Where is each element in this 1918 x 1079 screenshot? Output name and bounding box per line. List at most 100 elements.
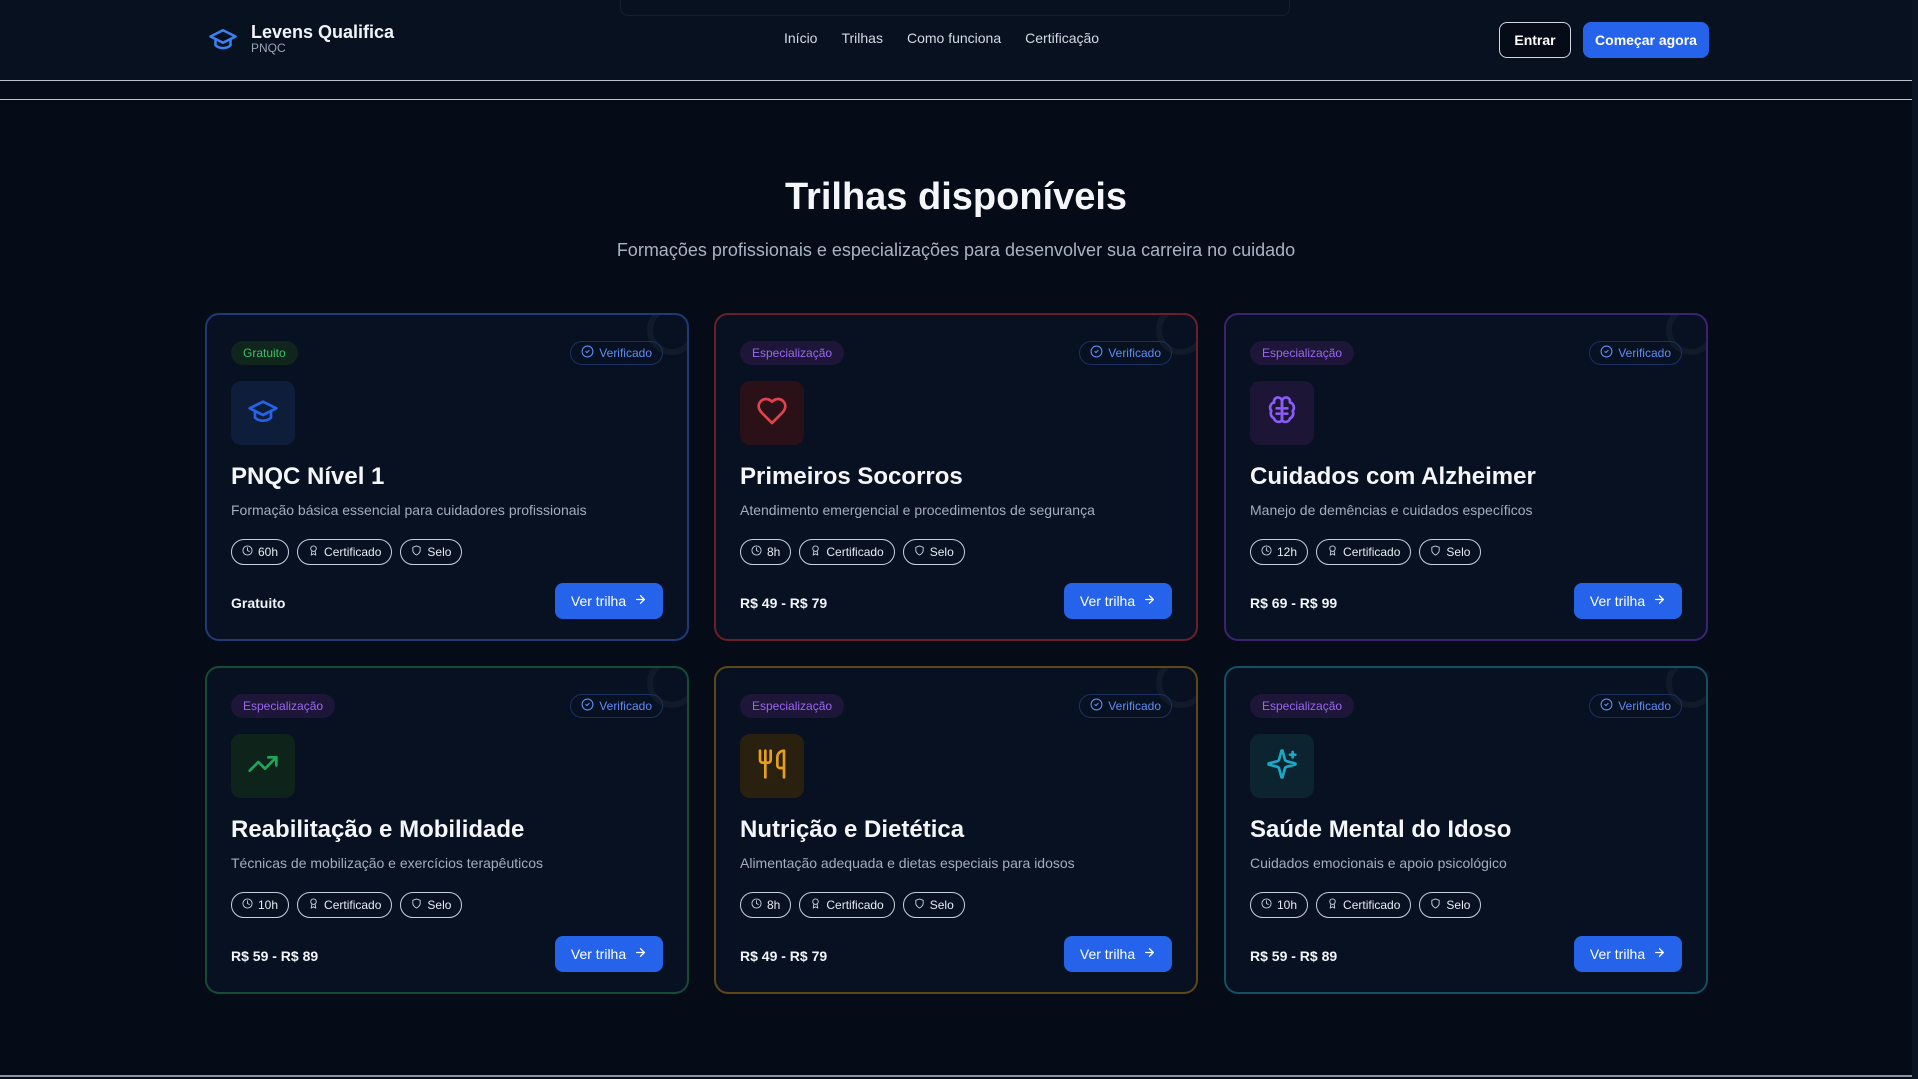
verified-badge: Verificado: [1079, 694, 1172, 718]
start-now-button[interactable]: Começar agora: [1583, 22, 1709, 58]
duration-label: 12h: [1277, 545, 1298, 559]
card-description: Atendimento emergencial e procedimentos …: [740, 502, 1095, 518]
view-trail-label: Ver trilha: [1589, 593, 1646, 609]
view-trail-button[interactable]: Ver trilha: [1574, 936, 1682, 972]
clock-icon: [751, 898, 762, 912]
shield-icon: [411, 898, 422, 912]
clock-icon: [242, 545, 253, 559]
award-icon: [810, 898, 821, 912]
graduation-cap-icon: [209, 28, 237, 49]
card-description: Alimentação adequada e dietas especiais …: [740, 855, 1075, 871]
duration-label: 10h: [258, 898, 279, 912]
top-navbar: Levens Qualifica PNQC Início Trilhas Com…: [0, 0, 1918, 80]
login-button[interactable]: Entrar: [1499, 22, 1571, 58]
view-trail-button[interactable]: Ver trilha: [1064, 583, 1172, 619]
sparkles-icon: [1266, 748, 1298, 785]
brain-icon: [1266, 395, 1298, 432]
clock-icon: [242, 898, 253, 912]
view-trail-button[interactable]: Ver trilha: [555, 936, 663, 972]
divider-line: [0, 99, 1912, 100]
card-price: R$ 69 - R$ 99: [1250, 595, 1338, 611]
trail-card[interactable]: Especialização Verificado Cuidados com A…: [1224, 313, 1708, 641]
clock-icon: [751, 545, 762, 559]
card-title: Primeiros Socorros: [740, 463, 963, 490]
certificate-pill: Certificado: [799, 539, 895, 565]
seal-label: Selo: [1446, 545, 1471, 559]
view-trail-button[interactable]: Ver trilha: [1064, 936, 1172, 972]
trail-card[interactable]: Especialização Verificado Nutrição e Die…: [714, 666, 1198, 994]
trail-card[interactable]: Gratuito Verificado PNQC Nível 1 Formaçã…: [205, 313, 689, 641]
view-trail-button[interactable]: Ver trilha: [555, 583, 663, 619]
utensils-icon: [756, 748, 788, 785]
award-icon: [308, 898, 319, 912]
card-title: Nutrição e Dietética: [740, 816, 965, 843]
seal-label: Selo: [427, 545, 452, 559]
scrollbar[interactable]: [1912, 0, 1918, 1079]
card-price: R$ 59 - R$ 89: [231, 948, 319, 964]
clock-icon: [1261, 898, 1272, 912]
verified-badge: Verificado: [1079, 341, 1172, 365]
card-tag: Especialização: [1250, 694, 1355, 718]
card-features: 12h Certificado Selo: [1250, 539, 1482, 565]
card-tag: Especialização: [1250, 341, 1355, 365]
nav-link-trilhas[interactable]: Trilhas: [841, 30, 883, 46]
duration-pill: 10h: [231, 892, 290, 918]
arrow-right-icon: [634, 946, 647, 962]
duration-label: 8h: [767, 898, 781, 912]
card-icon-box: [1250, 734, 1314, 798]
nav-link-inicio[interactable]: Início: [784, 30, 817, 46]
view-trail-label: Ver trilha: [1079, 593, 1136, 609]
check-circle-icon: [581, 698, 594, 714]
seal-pill: Selo: [902, 892, 965, 918]
card-description: Formação básica essencial para cuidadore…: [231, 502, 587, 518]
view-trail-label: Ver trilha: [1079, 946, 1136, 962]
seal-label: Selo: [427, 898, 452, 912]
arrow-right-icon: [634, 593, 647, 609]
trail-card[interactable]: Especialização Verificado Reabilitação e…: [205, 666, 689, 994]
shield-icon: [1430, 545, 1441, 559]
card-description: Manejo de demências e cuidados específic…: [1250, 502, 1533, 518]
view-trail-button[interactable]: Ver trilha: [1574, 583, 1682, 619]
duration-pill: 10h: [1250, 892, 1309, 918]
verified-label: Verificado: [1108, 346, 1161, 360]
brand-name: Levens Qualifica: [251, 22, 395, 42]
card-tag: Especialização: [740, 694, 845, 718]
seal-label: Selo: [1446, 898, 1471, 912]
verified-badge: Verificado: [1589, 694, 1682, 718]
shield-icon: [914, 545, 925, 559]
trail-card[interactable]: Especialização Verificado Primeiros Soco…: [714, 313, 1198, 641]
seal-pill: Selo: [400, 892, 463, 918]
duration-pill: 8h: [740, 892, 792, 918]
verified-label: Verificado: [599, 699, 652, 713]
seal-pill: Selo: [400, 539, 463, 565]
heart-icon: [756, 395, 788, 432]
brand-logo[interactable]: Levens Qualifica PNQC: [205, 22, 394, 55]
card-icon-box: [740, 734, 804, 798]
award-icon: [1327, 545, 1338, 559]
check-circle-icon: [1600, 345, 1613, 361]
card-title: Saúde Mental do Idoso: [1250, 816, 1512, 843]
verified-label: Verificado: [1618, 346, 1671, 360]
award-icon: [1327, 898, 1338, 912]
seal-label: Selo: [929, 898, 954, 912]
footer-divider: [0, 1075, 1912, 1077]
verified-label: Verificado: [599, 346, 652, 360]
trail-card[interactable]: Especialização Verificado Saúde Mental d…: [1224, 666, 1708, 994]
arrow-right-icon: [1653, 593, 1666, 609]
card-price: R$ 49 - R$ 79: [740, 595, 828, 611]
check-circle-icon: [1090, 698, 1103, 714]
card-price: R$ 59 - R$ 89: [1250, 948, 1338, 964]
card-icon-box: [1250, 381, 1314, 445]
certificate-pill: Certificado: [297, 892, 393, 918]
section-title: Trilhas disponíveis: [784, 176, 1128, 218]
nav-link-certificacao[interactable]: Certificação: [1025, 30, 1099, 46]
card-features: 8h Certificado Selo: [740, 539, 965, 565]
card-price: Gratuito: [231, 595, 286, 611]
award-icon: [810, 545, 821, 559]
certificate-label: Certificado: [826, 898, 884, 912]
nav-link-como-funciona[interactable]: Como funciona: [907, 30, 1001, 46]
duration-label: 8h: [767, 545, 781, 559]
clock-icon: [1261, 545, 1272, 559]
verified-badge: Verificado: [570, 694, 663, 718]
card-features: 10h Certificado Selo: [1250, 892, 1482, 918]
